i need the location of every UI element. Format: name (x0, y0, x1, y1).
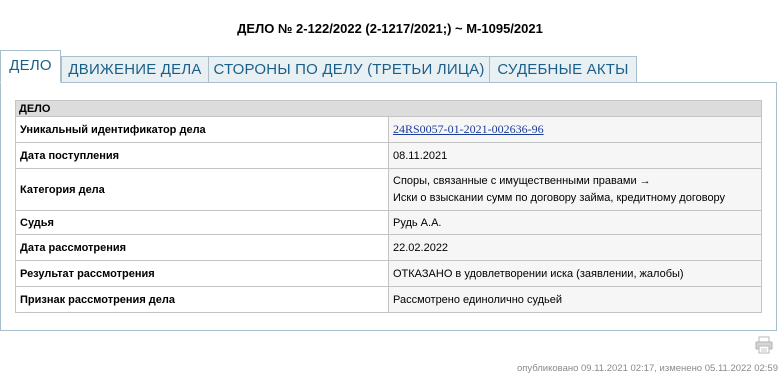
tab-parties[interactable]: СТОРОНЫ ПО ДЕЛУ (ТРЕТЬИ ЛИЦА) (208, 56, 490, 82)
row-value-category: Споры, связанные с имущественными правам… (388, 168, 762, 211)
table-header-row: ДЕЛО (15, 100, 762, 117)
row-value-received: 08.11.2021 (388, 142, 762, 169)
tab-bar: ДЕЛО ДВИЖЕНИЕ ДЕЛА СТОРОНЫ ПО ДЕЛУ (ТРЕТ… (0, 50, 780, 83)
tab-panel-case: ДЕЛО Уникальный идентификатор дела 24RS0… (0, 82, 777, 331)
case-page: ДЕЛО № 2-122/2022 (2-1217/2021;) ~ М-109… (0, 0, 780, 383)
category-line-1: Споры, связанные с имущественными правам… (393, 174, 651, 187)
row-label-review-date: Дата рассмотрения (15, 234, 389, 261)
print-icon[interactable] (755, 336, 773, 354)
row-label-category: Категория дела (15, 168, 389, 211)
page-title: ДЕЛО № 2-122/2022 (2-1217/2021;) ~ М-109… (237, 21, 543, 36)
table-row: Судья Рудь А.А. (15, 210, 762, 235)
row-label-review-type: Признак рассмотрения дела (15, 286, 389, 313)
row-value-judge: Рудь А.А. (388, 210, 762, 235)
tab-case-movement[interactable]: ДВИЖЕНИЕ ДЕЛА (61, 56, 209, 82)
table-row: Дата рассмотрения 22.02.2022 (15, 234, 762, 261)
table-row: Уникальный идентификатор дела 24RS0057-0… (15, 116, 762, 143)
row-value-uid: 24RS0057-01-2021-002636-96 (388, 116, 762, 143)
tab-court-acts[interactable]: СУДЕБНЫЕ АКТЫ (489, 56, 637, 82)
publish-info: опубликовано 09.11.2021 02:17, изменено … (516, 363, 778, 374)
row-value-review-type: Рассмотрено единолично судьей (388, 286, 762, 313)
row-label-result: Результат рассмотрения (15, 260, 389, 287)
table-row: Дата поступления 08.11.2021 (15, 142, 762, 169)
tab-case[interactable]: ДЕЛО (0, 50, 61, 83)
row-label-received: Дата поступления (15, 142, 389, 169)
case-uid-link[interactable]: 24RS0057-01-2021-002636-96 (393, 122, 544, 136)
table-row: Результат рассмотрения ОТКАЗАНО в удовле… (15, 260, 762, 287)
row-value-review-date: 22.02.2022 (388, 234, 762, 261)
row-label-judge: Судья (15, 210, 389, 235)
case-info-table: ДЕЛО Уникальный идентификатор дела 24RS0… (15, 100, 762, 313)
table-row: Категория дела Споры, связанные с имущес… (15, 168, 762, 211)
row-label-uid: Уникальный идентификатор дела (15, 116, 389, 143)
row-value-result: ОТКАЗАНО в удовлетворении иска (заявлени… (388, 260, 762, 287)
category-line-2: Иски о взыскании сумм по договору займа,… (393, 191, 726, 204)
table-header: ДЕЛО (15, 100, 762, 117)
table-row: Признак рассмотрения дела Рассмотрено ед… (15, 286, 762, 313)
